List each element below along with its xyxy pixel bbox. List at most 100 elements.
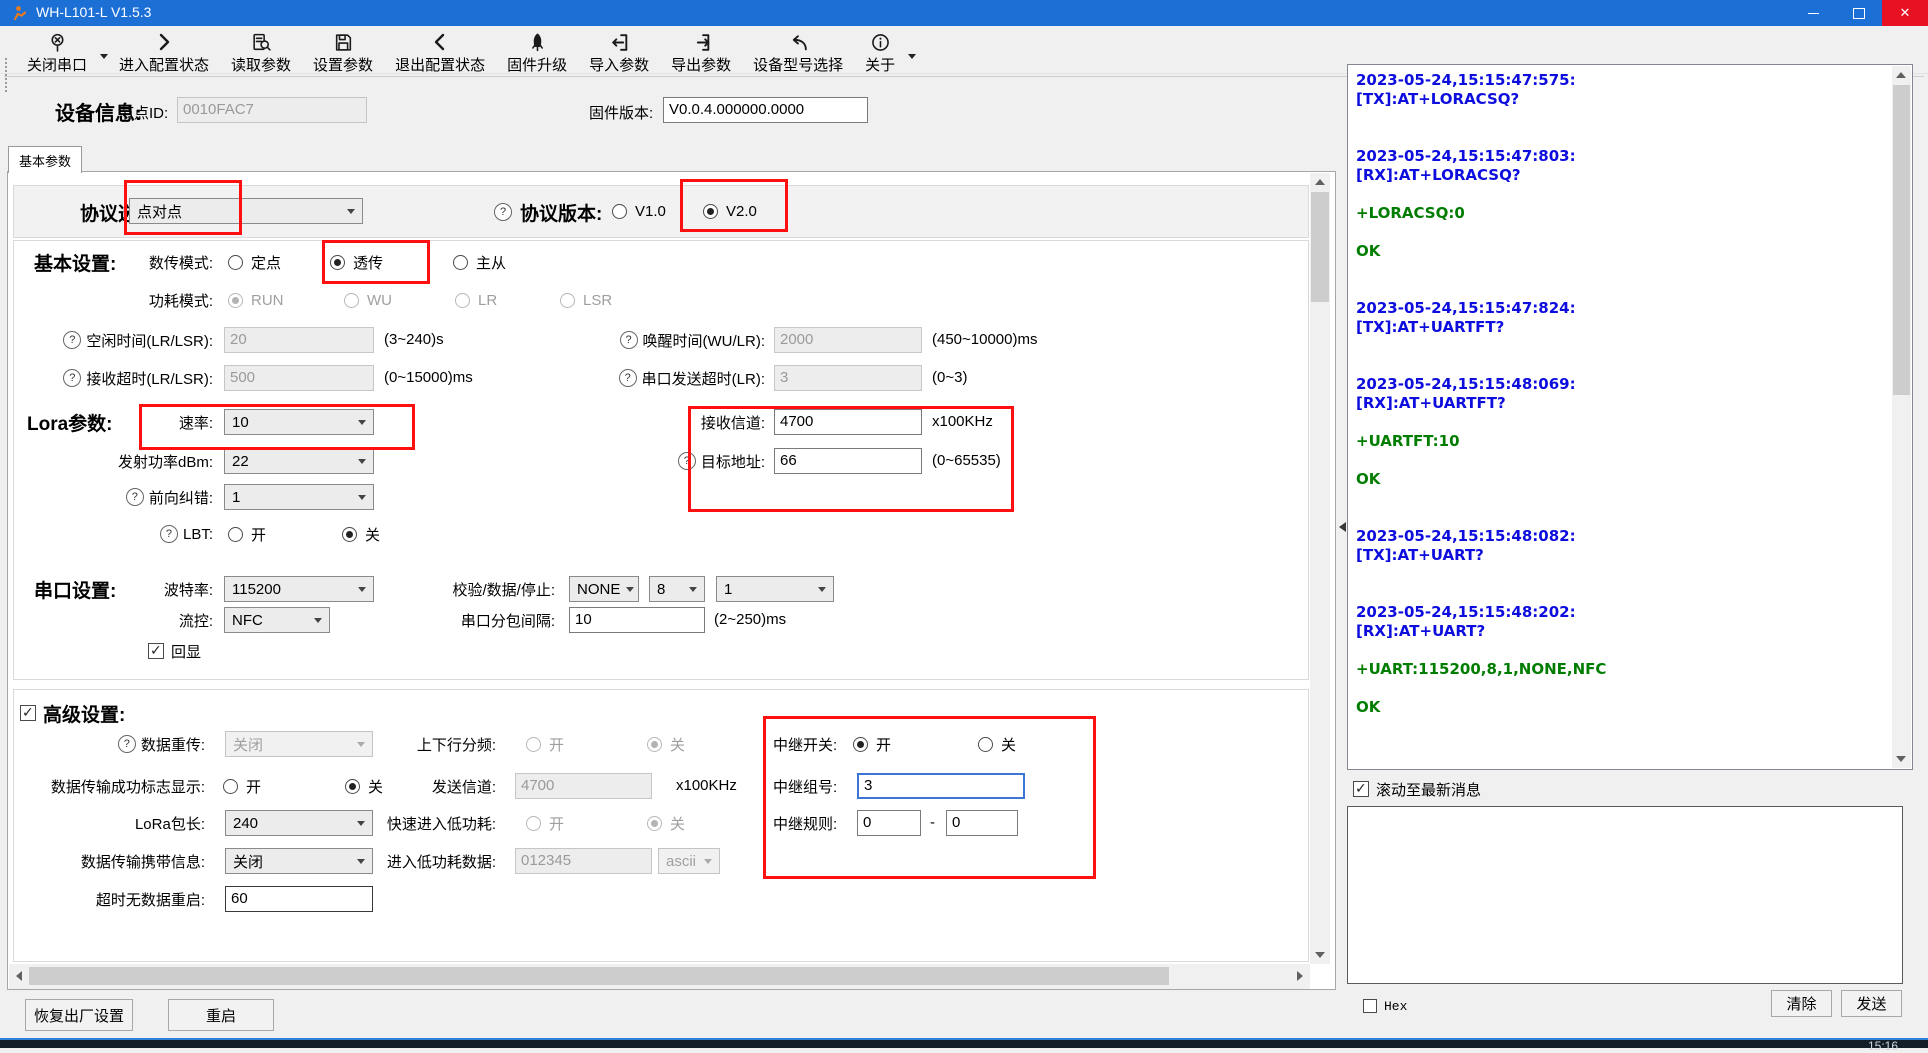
toolbar-set-params-button[interactable]: 设置参数 (302, 26, 384, 75)
radio-mode-transparent[interactable]: 透传 (330, 249, 383, 275)
lp-data-input[interactable]: 012345 (515, 848, 652, 874)
protocol-version-help-icon[interactable]: ? (494, 203, 512, 221)
undo-arrow-icon (788, 30, 809, 54)
firmware-input[interactable]: V0.0.4.000000.0000 (663, 97, 868, 123)
log-vscroll-thumb[interactable] (1893, 85, 1910, 395)
log-line (1356, 337, 1890, 356)
import-icon (609, 30, 630, 54)
split-interval-input[interactable]: 10 (569, 607, 705, 633)
tx-channel-input[interactable]: 4700 (515, 773, 652, 799)
uart-timeout-help-icon[interactable]: ? (619, 369, 637, 387)
rx-channel-input[interactable]: 4700 (774, 409, 922, 435)
uart-timeout-label: ?串口发送超时(LR): (548, 365, 765, 391)
toolbar-export-params-label: 导出参数 (671, 54, 731, 75)
rx-timeout-help-icon[interactable]: ? (63, 369, 81, 387)
at-log-view[interactable]: 2023-05-24,15:15:47:575:[TX]:AT+LORACSQ?… (1347, 64, 1913, 770)
node-id-input[interactable]: 0010FAC7 (177, 97, 367, 123)
toolbar-about-button[interactable]: 关于 (854, 26, 906, 75)
radio-power-lr: LR (455, 287, 497, 313)
toolbar-about-label: 关于 (865, 54, 895, 75)
toolbar-enter-config-label: 进入配置状态 (119, 54, 209, 75)
close-button[interactable]: ✕ (1882, 0, 1928, 26)
log-line (1356, 679, 1890, 698)
databits-combo[interactable]: 8 (649, 576, 705, 602)
hex-checkbox[interactable]: Hex (1363, 993, 1407, 1019)
send-input-area[interactable] (1347, 806, 1903, 984)
timeout-restart-label: 超时无数据重启: (8, 886, 205, 912)
toolbar-read-params-button[interactable]: 读取参数 (220, 26, 302, 75)
minimize-button[interactable] (1790, 0, 1836, 26)
flow-combo[interactable]: NFC (224, 607, 330, 633)
toolbar-close-port-button[interactable]: 关闭串口 (16, 26, 98, 75)
idle-time-input[interactable]: 20 (224, 327, 374, 353)
target-addr-help-icon[interactable]: ? (678, 452, 696, 470)
stopbits-combo[interactable]: 1 (716, 576, 834, 602)
protocol-version-label: 协议版本: (520, 199, 602, 226)
echo-checkbox[interactable]: 回显 (148, 638, 201, 664)
wake-time-help-icon[interactable]: ? (620, 331, 638, 349)
advanced-enable-checkbox[interactable]: 高级设置: (20, 700, 125, 726)
splitter-collapse-handle[interactable] (1339, 522, 1346, 532)
log-line (1356, 223, 1890, 242)
clear-button[interactable]: 清除 (1771, 990, 1832, 1017)
toolbar-exit-config-button[interactable]: 退出配置状态 (384, 26, 496, 75)
tab-basic-params[interactable]: 基本参数 (8, 146, 82, 173)
form-vertical-scrollbar[interactable] (1310, 173, 1330, 964)
radio-protocol-v2[interactable]: V2.0 (703, 198, 757, 224)
fec-combo[interactable]: 1 (224, 484, 374, 510)
toolbar-firmware-upgrade-button[interactable]: 固件升级 (496, 26, 578, 75)
target-addr-input[interactable]: 66 (774, 448, 922, 474)
chevron-down-icon (626, 587, 634, 592)
toolbar-model-select-button[interactable]: 设备型号选择 (742, 26, 854, 75)
wake-time-input[interactable]: 2000 (774, 327, 922, 353)
checkbox-checked-icon (20, 705, 36, 721)
close-icon: ✕ (1900, 5, 1911, 21)
radio-lbt-on[interactable]: 开 (228, 521, 266, 547)
target-addr-hint: (0~65535) (932, 448, 1001, 474)
scroll-latest-checkbox[interactable]: 滚动至最新消息 (1353, 776, 1481, 802)
toolbar-export-params-button[interactable]: 导出参数 (660, 26, 742, 75)
toolbar-import-params-button[interactable]: 导入参数 (578, 26, 660, 75)
fec-label: ?前向纠错: (38, 484, 213, 510)
form-hscroll-thumb[interactable] (29, 967, 1169, 985)
radio-protocol-v1[interactable]: V1.0 (612, 198, 666, 224)
toolbar-set-params-label: 设置参数 (313, 54, 373, 75)
retrans-help-icon[interactable]: ? (118, 735, 136, 753)
relay-rule-to-input[interactable]: 0 (946, 810, 1018, 836)
radio-lbt-off[interactable]: 关 (342, 521, 380, 547)
rate-combo[interactable]: 10 (224, 409, 374, 435)
rx-timeout-label: ?接收超时(LR/LSR): (38, 365, 213, 391)
success-flag-label: 数据传输成功标志显示: (8, 773, 205, 799)
form-vscroll-thumb[interactable] (1311, 192, 1329, 302)
serial-port-close-icon (47, 30, 68, 54)
radio-relay-on[interactable]: 开 (853, 731, 891, 757)
about-dropdown-caret[interactable] (908, 54, 916, 59)
protocol-combo[interactable]: 点对点 (129, 198, 363, 224)
retrans-label: ?数据重传: (8, 731, 205, 757)
radio-flag-on[interactable]: 开 (223, 773, 261, 799)
restart-button[interactable]: 重启 (168, 999, 274, 1031)
log-line: 2023-05-24,15:15:47:575: (1356, 71, 1890, 90)
radio-relay-off[interactable]: 关 (978, 731, 1016, 757)
toolbar-enter-config-button[interactable]: 进入配置状态 (108, 26, 220, 75)
maximize-button[interactable] (1836, 0, 1882, 26)
factory-reset-button[interactable]: 恢复出厂设置 (25, 999, 133, 1031)
rx-timeout-input[interactable]: 500 (224, 365, 374, 391)
close-port-dropdown-caret[interactable] (100, 54, 108, 59)
uart-timeout-input[interactable]: 3 (774, 365, 922, 391)
relay-group-input[interactable]: 3 (857, 773, 1025, 799)
parity-combo[interactable]: NONE (569, 576, 639, 602)
tx-channel-unit: x100KHz (676, 773, 737, 799)
log-line (1356, 109, 1890, 128)
radio-mode-fixed[interactable]: 定点 (228, 249, 281, 275)
lbt-help-icon[interactable]: ? (160, 525, 178, 543)
fec-help-icon[interactable]: ? (126, 488, 144, 506)
radio-mode-master-slave[interactable]: 主从 (453, 249, 506, 275)
idle-time-help-icon[interactable]: ? (63, 331, 81, 349)
timeout-restart-input[interactable]: 60 (225, 886, 373, 912)
form-horizontal-scrollbar[interactable] (9, 964, 1310, 989)
relay-rule-from-input[interactable]: 0 (857, 810, 921, 836)
send-button[interactable]: 发送 (1841, 990, 1902, 1017)
tx-power-combo[interactable]: 22 (224, 448, 374, 474)
log-vertical-scrollbar[interactable] (1892, 66, 1911, 768)
